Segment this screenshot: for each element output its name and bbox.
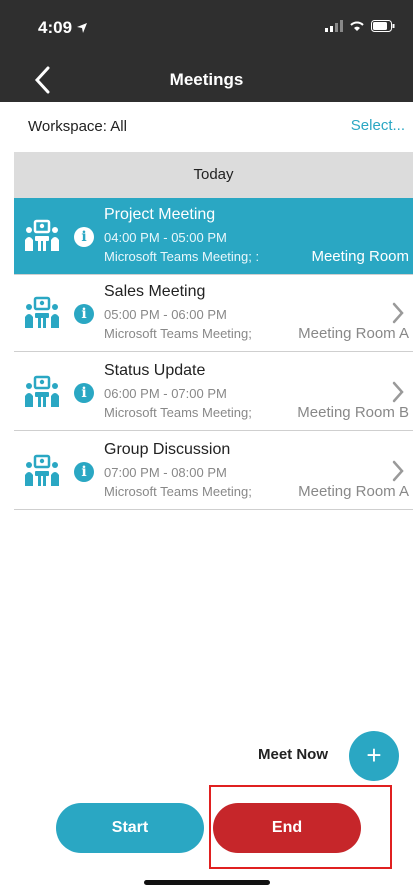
status-bar: 4:09 xyxy=(0,0,413,56)
chevron-right-icon xyxy=(392,302,404,324)
navigation-bar: Meetings xyxy=(0,56,413,102)
meeting-title: Group Discussion xyxy=(104,441,231,458)
meeting-location: Microsoft Teams Meeting; xyxy=(104,405,252,420)
highlight-box xyxy=(209,785,392,869)
meeting-item[interactable]: i Group Discussion 07:00 PM - 08:00 PM M… xyxy=(14,433,413,510)
page-title: Meetings xyxy=(169,70,244,89)
meeting-room: Meeting Room A xyxy=(298,483,409,500)
workspace-row: Workspace: All Select... xyxy=(0,102,413,150)
meeting-title: Project Meeting xyxy=(104,206,216,223)
meeting-item[interactable]: i Project Meeting 04:00 PM - 05:00 PM Mi… xyxy=(14,198,413,275)
meeting-time: 04:00 PM - 05:00 PM xyxy=(104,230,227,245)
meeting-room: Meeting Room B xyxy=(297,404,409,421)
meet-now-label: Meet Now xyxy=(258,746,329,763)
meeting-time: 07:00 PM - 08:00 PM xyxy=(104,465,227,480)
battery-icon xyxy=(371,20,395,32)
status-time: 4:09 xyxy=(38,18,73,37)
meeting-time: 05:00 PM - 06:00 PM xyxy=(104,307,227,322)
chevron-right-icon xyxy=(392,381,404,403)
meeting-location: Microsoft Teams Meeting; xyxy=(104,326,252,341)
location-arrow-icon xyxy=(77,23,87,33)
meeting-item[interactable]: i Sales Meeting 05:00 PM - 06:00 PM Micr… xyxy=(14,275,413,352)
status-icons xyxy=(325,20,395,32)
meeting-group-icon xyxy=(25,219,59,251)
meeting-room: Meeting Room A xyxy=(298,325,409,342)
wifi-icon xyxy=(350,21,364,31)
info-icon[interactable]: i xyxy=(74,383,94,403)
meeting-location: Microsoft Teams Meeting; xyxy=(104,484,252,499)
home-indicator xyxy=(144,880,270,885)
section-header-today: Today xyxy=(14,152,413,198)
chevron-right-icon xyxy=(392,460,404,482)
select-workspace-link[interactable]: Select... xyxy=(351,117,405,134)
info-icon[interactable]: i xyxy=(74,304,94,324)
meeting-group-icon xyxy=(25,375,59,407)
workspace-label: Workspace: All xyxy=(28,118,127,135)
meeting-group-icon xyxy=(25,454,59,486)
meeting-item[interactable]: i Status Update 06:00 PM - 07:00 PM Micr… xyxy=(14,354,413,431)
info-icon[interactable]: i xyxy=(74,462,94,482)
meeting-room: Meeting Room xyxy=(311,248,409,265)
info-icon[interactable]: i xyxy=(74,227,94,247)
start-button[interactable]: Start xyxy=(56,803,204,853)
meeting-title: Sales Meeting xyxy=(104,283,206,300)
meeting-title: Status Update xyxy=(104,362,206,379)
signal-icon xyxy=(325,20,343,32)
meeting-time: 06:00 PM - 07:00 PM xyxy=(104,386,227,401)
meeting-group-icon xyxy=(25,296,59,328)
plus-icon: + xyxy=(366,740,382,770)
meeting-location: Microsoft Teams Meeting; : xyxy=(104,249,260,264)
meet-now-button[interactable]: + xyxy=(349,731,399,781)
